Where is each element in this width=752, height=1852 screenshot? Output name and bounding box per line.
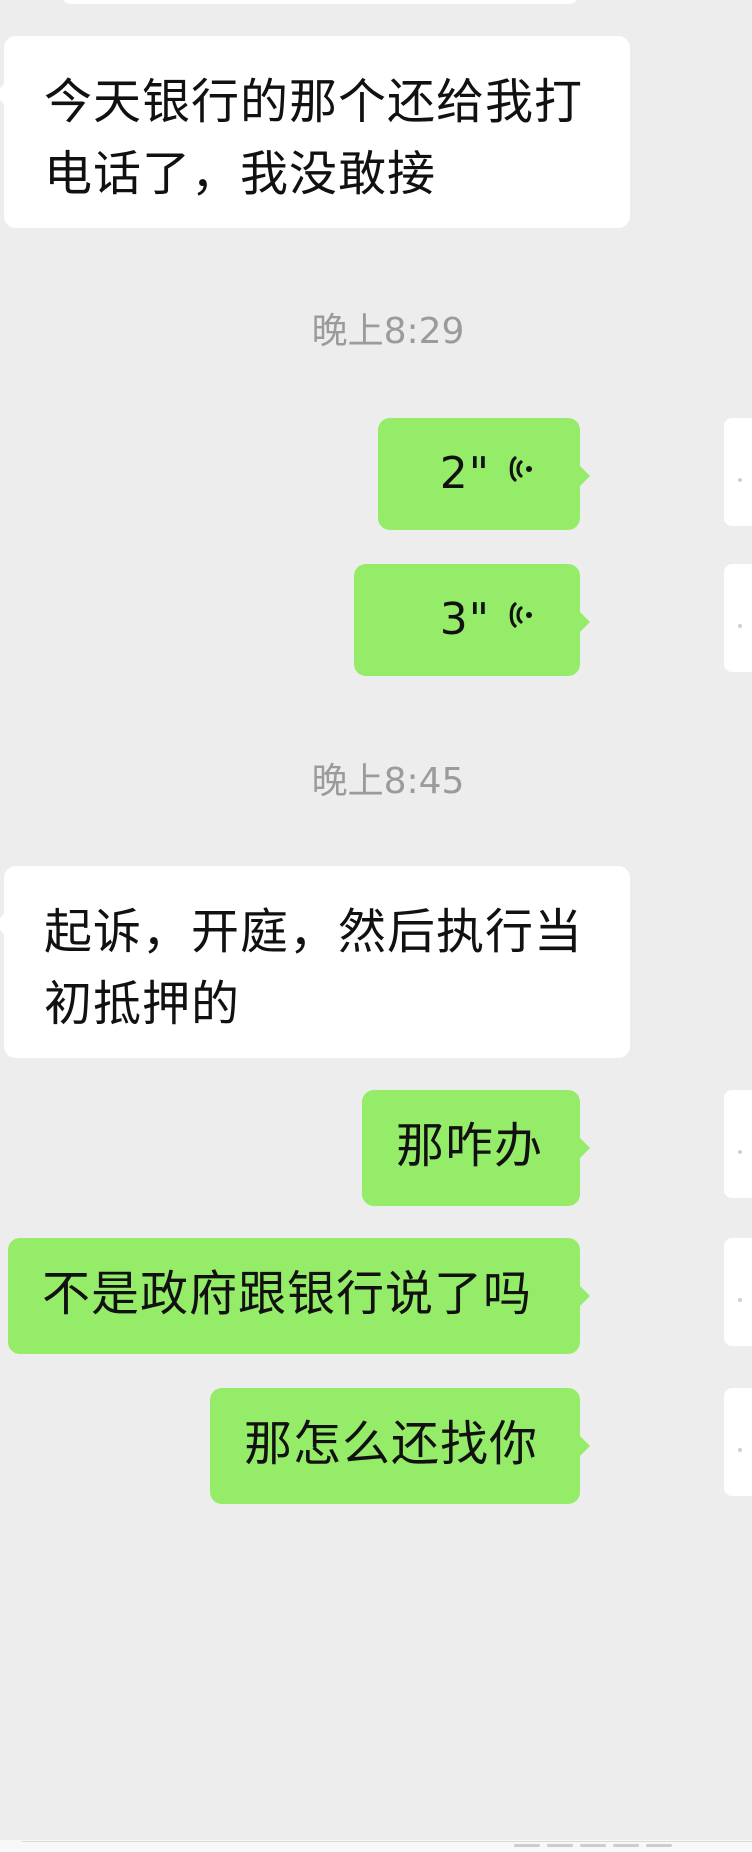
outgoing-voice-message-3s[interactable]: 3": [354, 564, 590, 676]
outgoing-message-what-now[interactable]: 那咋办: [362, 1090, 590, 1206]
avatar-stub-outgoing-5: [724, 1388, 752, 1496]
timestamp-8-45: 晚上8:45: [136, 758, 640, 806]
incoming-message-bank-call[interactable]: 今天银行的那个还给我打电话了，我没敢接: [0, 36, 630, 228]
outgoing-message-why-still[interactable]: 那怎么还找你: [210, 1388, 590, 1504]
chat-thread: 今天银行的那个还给我打电话了，我没敢接 晚上8:29 2" 3" 晚上8:45: [0, 0, 752, 1852]
voice-wave-icon: [508, 438, 536, 510]
incoming-message-lawsuit[interactable]: 起诉，开庭，然后执行当初抵押的: [0, 866, 630, 1058]
toolbar-mark: [613, 1843, 639, 1847]
voice-duration: 3": [439, 594, 490, 645]
message-text: 那怎么还找你: [244, 1416, 539, 1472]
toolbar-mark: [646, 1843, 672, 1847]
toolbar-mark: [514, 1843, 540, 1847]
bottom-toolbar-fragment: [514, 1840, 734, 1850]
bottom-bar: [0, 1840, 752, 1852]
avatar-stub-outgoing-3: [724, 1090, 752, 1198]
avatar-stub-outgoing-4: [724, 1238, 752, 1346]
previous-message-fragment: [60, 0, 580, 4]
message-text: 那咋办: [396, 1118, 544, 1174]
message-text: 今天银行的那个还给我打电话了，我没敢接: [44, 74, 584, 202]
message-text: 不是政府跟银行说了吗: [42, 1266, 533, 1322]
outgoing-message-government[interactable]: 不是政府跟银行说了吗: [8, 1238, 590, 1354]
timestamp-text: 晚上8:45: [311, 761, 465, 802]
avatar-stub-outgoing-2: [724, 564, 752, 672]
timestamp-text: 晚上8:29: [311, 311, 465, 352]
voice-duration: 2": [439, 448, 490, 499]
toolbar-mark: [547, 1843, 573, 1847]
avatar-stub-outgoing-1: [724, 418, 752, 526]
timestamp-8-29: 晚上8:29: [136, 308, 640, 356]
voice-wave-icon: [508, 584, 536, 656]
outgoing-voice-message-2s[interactable]: 2": [378, 418, 590, 530]
message-text: 起诉，开庭，然后执行当初抵押的: [44, 904, 584, 1032]
toolbar-mark: [580, 1843, 606, 1847]
